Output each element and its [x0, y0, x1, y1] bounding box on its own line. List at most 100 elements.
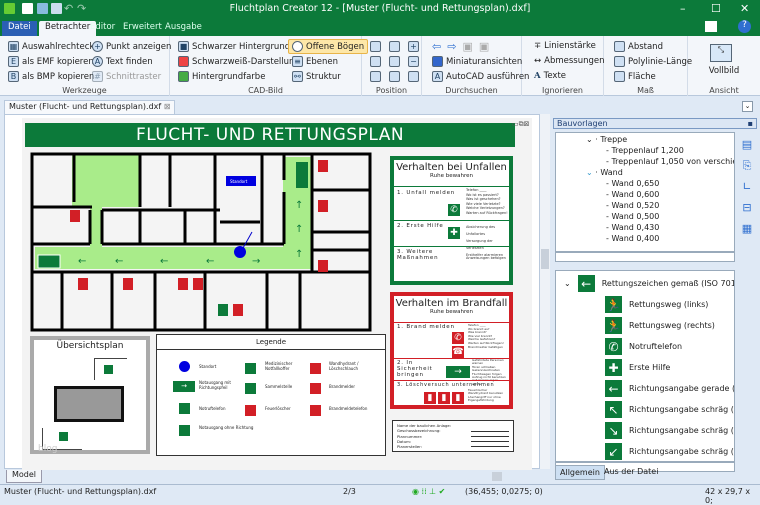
unfall-subtitle: Ruhe bewahren — [430, 173, 473, 179]
texte-button[interactable]: A Texte — [534, 71, 566, 81]
distance-icon — [614, 41, 625, 52]
status-file: Muster (Flucht- und Rettungsplan).dxf — [4, 487, 157, 496]
zoom-out-icon[interactable]: − — [408, 56, 419, 67]
minimize-button[interactable]: – — [680, 2, 686, 15]
emf-copy-button[interactable]: Eals EMF kopieren — [8, 56, 94, 67]
pin-icon[interactable]: ▪ — [748, 119, 753, 128]
overview-building — [54, 386, 124, 422]
tree-node[interactable]: - Wand 0,430 — [606, 223, 659, 233]
tree-node[interactable]: ⌄ ← Rettungszeichen gemaß (ISO 7010) — [564, 274, 734, 293]
wall-icon[interactable]: ∟ — [739, 176, 755, 197]
punkt-anzeigen-button[interactable]: + Punkt anzeigen — [92, 41, 171, 52]
tree-node[interactable]: ⌄ · Treppe — [586, 135, 627, 145]
bmp-copy-button[interactable]: Bals BMP kopieren — [8, 71, 94, 82]
phone-icon — [179, 403, 190, 414]
fire-phone-legend-icon — [310, 405, 321, 416]
close-button[interactable]: ✕ — [740, 2, 749, 15]
zoom-in-icon[interactable]: + — [408, 41, 419, 52]
zoom-prev-icon[interactable] — [389, 71, 400, 82]
tab-editor[interactable]: Editor — [84, 21, 121, 36]
help-icon[interactable]: ? — [738, 20, 751, 33]
schwarzer-hintergrund-button[interactable]: ■ Schwarzer Hintergrund — [178, 41, 290, 52]
polylinie-laenge-button[interactable]: Polylinie-Länge — [614, 56, 692, 67]
fullscreen-icon[interactable]: ⤡ — [710, 44, 732, 62]
tree-node[interactable]: - Wand 0,520 — [606, 201, 659, 211]
tab-allgemein[interactable]: Allgemein — [555, 465, 605, 480]
group-durchsuchen: ⇦ ⇨ ▣ ▣ Miniaturansichten A AutoCAD ausführe… — [422, 36, 529, 96]
panel-collapse-button[interactable]: ⌄ — [742, 101, 753, 112]
exit-left-icon: 🏃 — [604, 295, 623, 314]
back-arrow-icon[interactable]: ⇦ — [432, 40, 441, 53]
tree-hscroll[interactable] — [555, 252, 735, 262]
exit-no-direction-icon — [179, 425, 190, 436]
assembly-icon-2 — [59, 432, 68, 441]
hintergrundfarbe-button[interactable]: Hintergrundfarbe — [178, 71, 265, 82]
symbols-tree[interactable]: ⌄ ← Rettungszeichen gemaß (ISO 7010) 🏃 Ret… — [555, 270, 735, 462]
symbol-item[interactable]: 🏃 Rettungsweg (rechts) — [604, 316, 715, 335]
abstand-button[interactable]: Abstand — [614, 41, 663, 52]
flaeche-button[interactable]: Fläche — [614, 71, 656, 82]
horizontal-scrollbar[interactable] — [460, 470, 550, 483]
auswahlrechteck-button[interactable]: ▦ Auswahlrechteck — [8, 41, 94, 52]
fire-alarm-icon: ☎ — [452, 346, 464, 358]
last-icon[interactable]: ▣ — [479, 40, 489, 53]
hydrant-legend-icon — [310, 363, 321, 374]
group-cad-bild: ■ Schwarzer Hintergrund Schwarzweiß-Darst… — [170, 36, 369, 96]
tree-node[interactable]: - Wand 0,650 — [606, 179, 659, 189]
linienstaerke-button[interactable]: ∓ Linienstärke — [534, 41, 596, 51]
tree-node[interactable]: ⌄ · Wand — [586, 168, 623, 178]
abmessungen-button[interactable]: ↔ Abmessungen — [534, 56, 605, 66]
symbol-item[interactable]: ✆ Notruftelefon — [604, 337, 682, 356]
svg-text:→: → — [252, 256, 260, 267]
symbol-item[interactable]: ↙ Richtungsangabe schräg (SV — [604, 442, 734, 461]
forward-arrow-icon[interactable]: ⇨ — [447, 40, 456, 53]
plan-title: FLUCHT- UND RETTUNGSPLAN — [25, 123, 515, 147]
ribbon-tabs: Datei Betrachter Editor Erweitert Ausgab… — [0, 18, 760, 36]
tree-node[interactable]: - Treppenlauf 1,200 — [606, 146, 684, 156]
emf-icon: E — [8, 56, 19, 67]
text-finden-button[interactable]: A Text finden — [92, 56, 153, 67]
schnittraster-button[interactable]: # Schnittraster — [92, 71, 161, 82]
snap-icons[interactable]: ◉ ⁞⁞ ⊥ ✔ — [412, 487, 445, 496]
style-icon[interactable] — [705, 21, 717, 32]
ebenen-button[interactable]: ≡ Ebenen — [292, 56, 338, 67]
grid-template-icon[interactable]: ▦ — [739, 218, 755, 239]
group-label: Maß — [637, 86, 654, 95]
close-tab-icon[interactable]: ⊠ — [164, 102, 171, 111]
model-tab[interactable]: Model — [6, 470, 43, 483]
rotate-icon[interactable] — [370, 71, 381, 82]
symbol-item[interactable]: 🏃 Rettungsweg (links) — [604, 295, 708, 314]
symbol-item[interactable]: ↘ Richtungsangabe schräg (SE — [604, 421, 734, 440]
tree-node[interactable]: - Wand 0,500 — [606, 212, 659, 222]
tree-node[interactable]: - Wand 0,600 — [606, 190, 659, 200]
tab-aus-der-datei[interactable]: Aus der Datei — [600, 465, 662, 478]
tree-node[interactable]: - Wand 0,400 — [606, 234, 659, 244]
maximize-button[interactable]: ☐ — [711, 2, 721, 15]
autocad-button[interactable]: A AutoCAD ausführen — [432, 71, 529, 82]
template-icon[interactable]: ▤ — [739, 134, 755, 155]
zoom-extents-icon[interactable] — [389, 56, 400, 67]
tab-datei[interactable]: Datei — [2, 21, 37, 36]
document-tab[interactable]: Muster (Flucht- und Rettungsplan).dxf ⊠ — [4, 100, 176, 114]
vollbild-button[interactable]: Vollbild — [688, 66, 760, 76]
symbol-item[interactable]: ✚ Erste Hilfe — [604, 358, 670, 377]
import-icon[interactable]: ⎘ — [739, 155, 755, 176]
schwarzweiss-button[interactable]: Schwarzweiß-Darstellung — [178, 56, 300, 67]
zoom-real-icon[interactable] — [408, 71, 419, 82]
pan-icon[interactable] — [370, 41, 381, 52]
viewport-controls[interactable]: ▭⧉⊠ — [512, 120, 529, 129]
struktur-button[interactable]: ⚯ Struktur — [292, 71, 341, 82]
zoom-window-icon[interactable] — [389, 41, 400, 52]
first-icon[interactable]: ▣ — [462, 40, 472, 53]
tab-ausgabe[interactable]: Ausgabe — [159, 21, 208, 36]
group-label: Position — [375, 86, 408, 95]
offene-boegen-button[interactable]: Offene Bögen — [288, 39, 369, 54]
miniaturansichten-button[interactable]: Miniaturansichten — [432, 56, 522, 67]
symbol-item[interactable]: ← Richtungsangabe gerade (W — [604, 379, 734, 398]
tree-node[interactable]: - Treppenlauf 1,050 von verschiede — [606, 157, 734, 167]
bauvorlagen-tree[interactable]: ⌄ · Treppe - Treppenlauf 1,200 - Treppen… — [555, 132, 735, 252]
vertical-scrollbar[interactable] — [540, 114, 550, 469]
symbol-item[interactable]: ↖ Richtungsangabe schräg (NV — [604, 400, 734, 419]
door-icon[interactable]: ⊟ — [739, 197, 755, 218]
pan2-icon[interactable] — [370, 56, 381, 67]
